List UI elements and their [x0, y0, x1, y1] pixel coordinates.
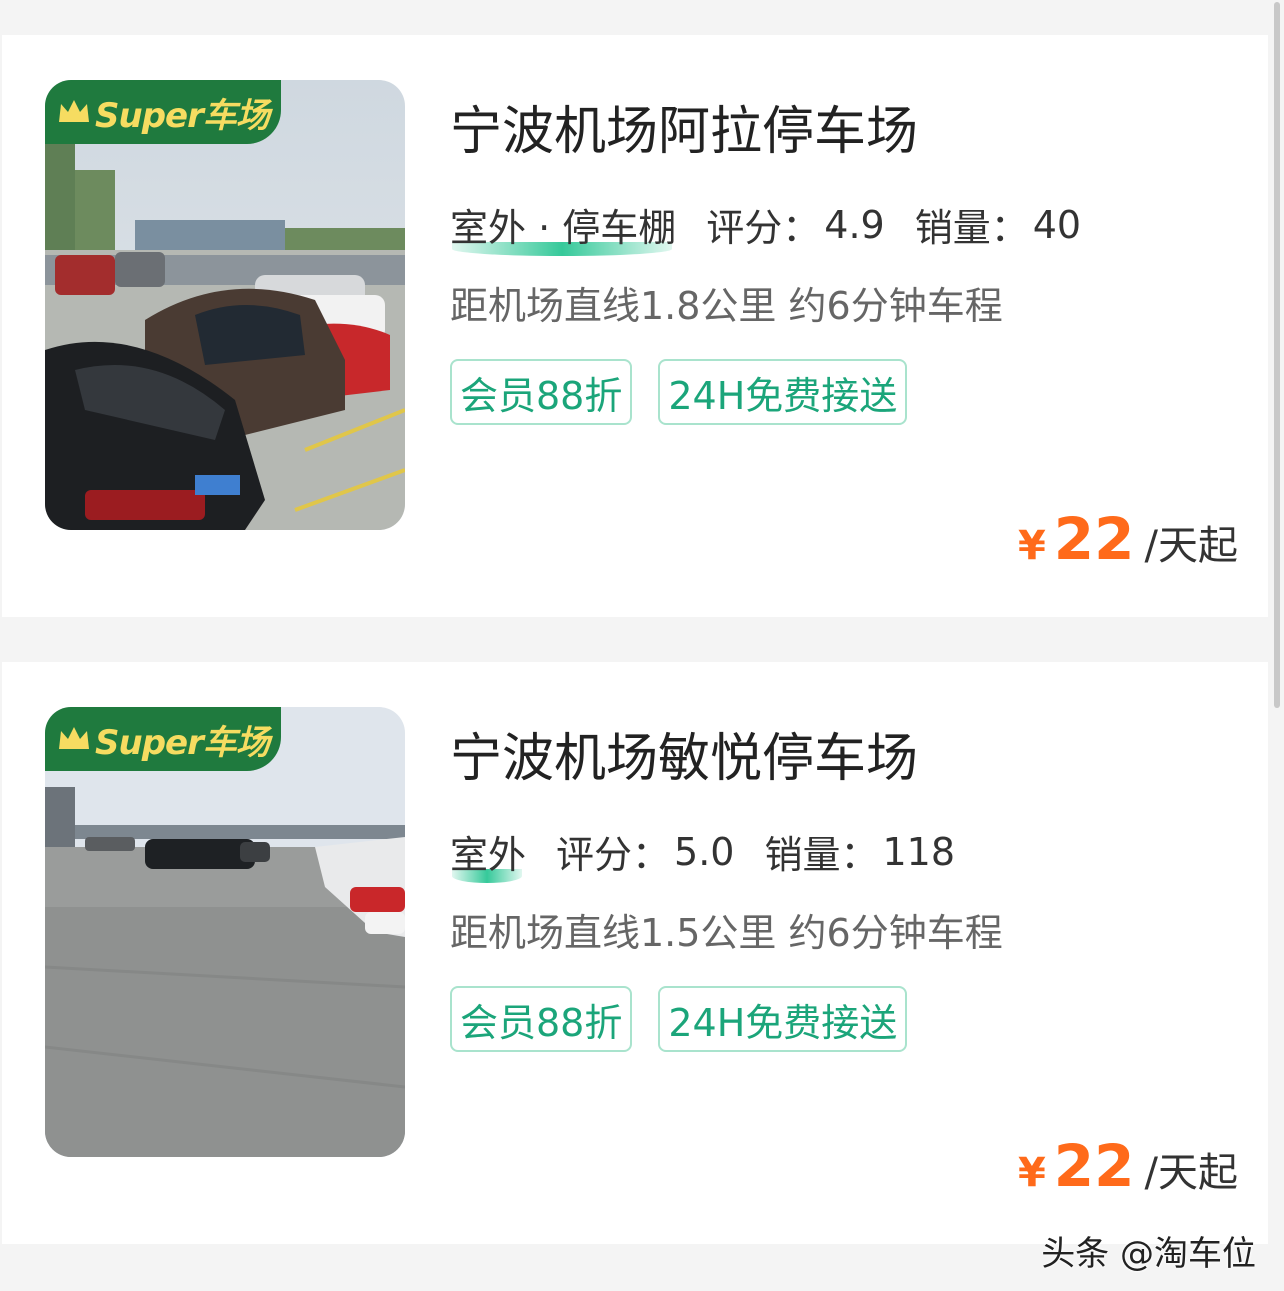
free-shuttle-tag: 24H免费接送: [658, 359, 908, 425]
parking-listing-card[interactable]: Super车场 宁波机场敏悦停车场 室外 评分： 5.0 销量： 118 距机场…: [2, 662, 1268, 1244]
parking-lot-name[interactable]: 宁波机场阿拉停车场: [450, 89, 918, 164]
price-block: ¥ 22 /天起: [1018, 1132, 1238, 1200]
sales-label: 销量：: [914, 206, 1029, 250]
rating-value: 5.0: [674, 829, 735, 874]
parking-type-feature: 室外 · 停车棚: [450, 197, 677, 256]
distance-info: 距机场直线1.8公里 约6分钟车程: [450, 284, 1003, 328]
rating-value: 4.9: [824, 202, 885, 247]
parking-lot-photo[interactable]: Super车场: [45, 80, 405, 530]
parking-type-label: 室外: [450, 833, 527, 877]
parking-meta-row: 室外 评分： 5.0 销量： 118: [450, 824, 985, 883]
crown-icon: [59, 727, 89, 749]
promo-tags: 会员88折 24H免费接送: [450, 986, 933, 1052]
member-discount-tag: 会员88折: [450, 359, 633, 425]
parking-type-feature: 室外: [450, 824, 527, 883]
parking-lot-name[interactable]: 宁波机场敏悦停车场: [450, 716, 918, 791]
super-parking-badge-label: Super车场: [95, 95, 270, 136]
price-unit: /天起: [1144, 1150, 1238, 1196]
price-amount: 22: [1053, 1132, 1135, 1200]
crown-icon: [59, 100, 89, 122]
parking-lot-photo[interactable]: Super车场: [45, 707, 405, 1157]
parking-listing-card[interactable]: Super车场 宁波机场阿拉停车场 室外 · 停车棚 评分： 4.9 销量： 4…: [2, 35, 1268, 617]
price-block: ¥ 22 /天起: [1018, 505, 1238, 573]
super-parking-badge-label: Super车场: [95, 722, 270, 763]
parking-type-label: 室外 · 停车棚: [450, 206, 677, 250]
watermark: 头条 @淘车位: [1041, 1234, 1256, 1274]
price-unit: /天起: [1144, 523, 1238, 569]
member-discount-tag: 会员88折: [450, 986, 633, 1052]
sales-value: 40: [1032, 202, 1082, 247]
rating-label: 评分：: [706, 206, 821, 250]
sales-value: 118: [882, 829, 956, 874]
distance-info: 距机场直线1.5公里 约6分钟车程: [450, 911, 1003, 955]
price-amount: 22: [1053, 505, 1135, 573]
parking-lot-photo-image: [45, 80, 405, 530]
currency-symbol: ¥: [1017, 1150, 1046, 1196]
super-parking-badge: Super车场: [45, 707, 281, 771]
sales-label: 销量：: [764, 833, 879, 877]
promo-tags: 会员88折 24H免费接送: [450, 359, 933, 425]
parking-meta-row: 室外 · 停车棚 评分： 4.9 销量： 40: [450, 197, 1111, 256]
super-parking-badge: Super车场: [45, 80, 281, 144]
rating-label: 评分：: [556, 833, 671, 877]
scrollbar[interactable]: [1274, 2, 1280, 708]
parking-lot-photo-image: [45, 707, 405, 1157]
currency-symbol: ¥: [1017, 523, 1046, 569]
free-shuttle-tag: 24H免费接送: [658, 986, 908, 1052]
